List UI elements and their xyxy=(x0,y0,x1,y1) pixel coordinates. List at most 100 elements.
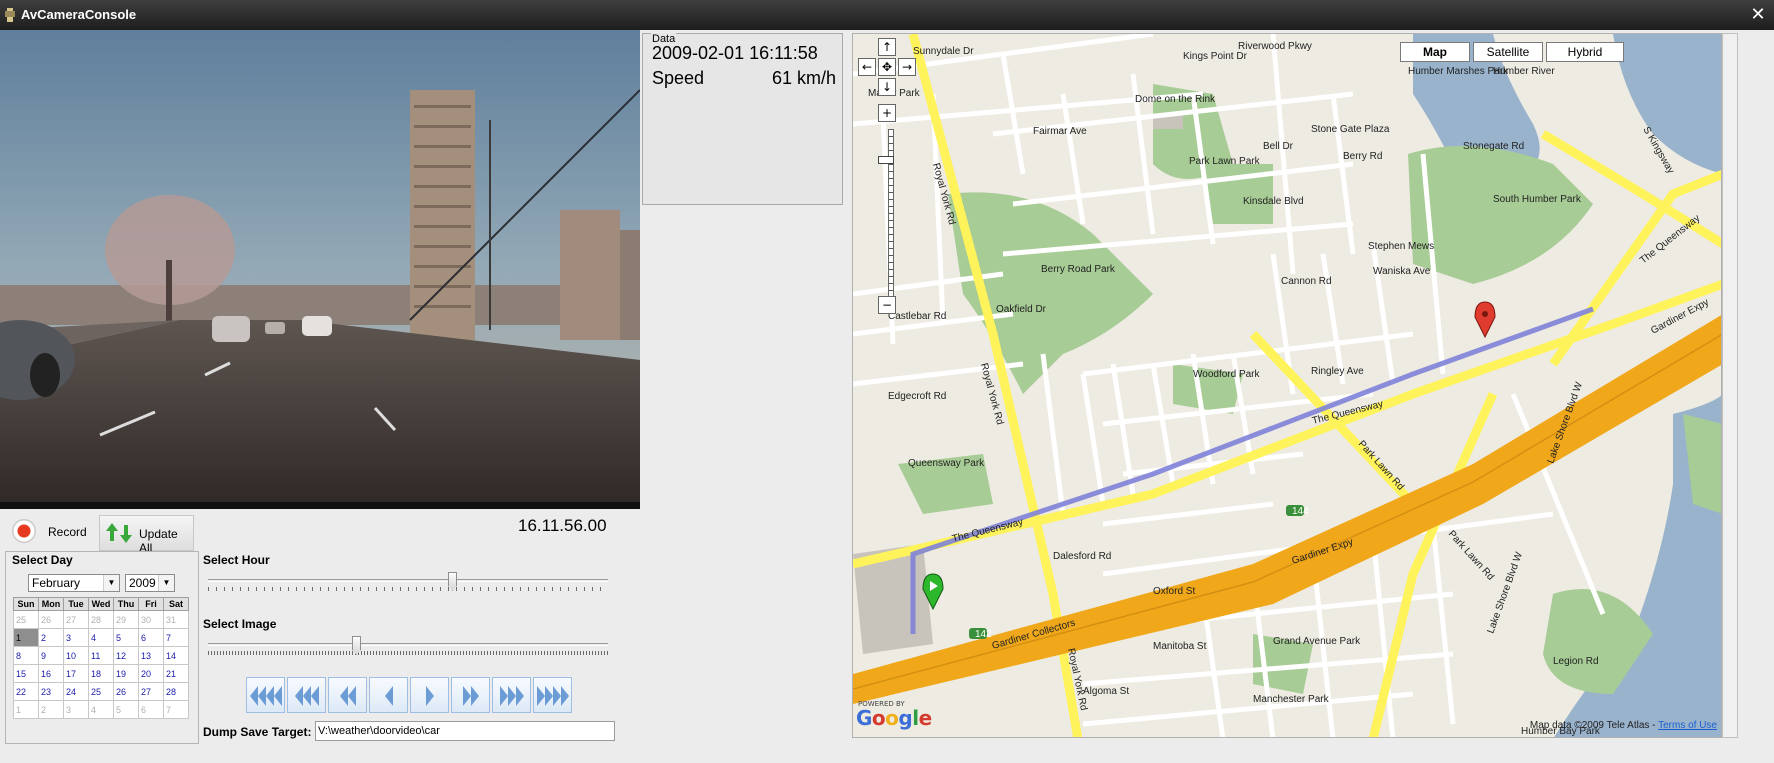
calendar-day[interactable]: 26 xyxy=(113,682,139,701)
pan-center-icon[interactable]: ✥ xyxy=(878,58,896,76)
close-icon[interactable]: ✕ xyxy=(1748,5,1768,25)
fast-forward-3-button[interactable] xyxy=(492,677,531,713)
calendar-day[interactable]: 23 xyxy=(38,682,64,701)
calendar-day[interactable]: 18 xyxy=(88,664,114,683)
image-slider[interactable] xyxy=(208,634,608,656)
map-type-hybrid-button[interactable]: Hybrid xyxy=(1546,42,1624,62)
calendar-day[interactable]: 3 xyxy=(63,700,89,719)
calendar-day[interactable]: 6 xyxy=(138,700,164,719)
weekday-tue: Tue xyxy=(63,597,89,611)
record-button[interactable]: Record xyxy=(10,517,88,547)
zoom-in-icon[interactable]: + xyxy=(878,104,896,122)
step-forward-icon xyxy=(426,686,434,706)
calendar-day[interactable]: 16 xyxy=(38,664,64,683)
zoom-slider-track[interactable] xyxy=(888,129,894,301)
pan-down-icon[interactable]: ↓ xyxy=(878,78,896,96)
calendar-day[interactable]: 30 xyxy=(138,610,164,629)
calendar-day[interactable]: 20 xyxy=(138,664,164,683)
calendar-day[interactable]: 13 xyxy=(138,646,164,665)
calendar-day[interactable]: 1 xyxy=(13,628,39,647)
chevron-down-icon[interactable]: ▼ xyxy=(158,575,174,591)
map-type-map-button[interactable]: Map xyxy=(1400,42,1470,62)
map-view[interactable]: 142 144 Humber Marshes Park Humber River… xyxy=(852,33,1722,738)
zoom-out-icon[interactable]: − xyxy=(878,296,896,314)
calendar-day[interactable]: 10 xyxy=(63,646,89,665)
hour-slider[interactable] xyxy=(208,570,608,592)
calendar-day[interactable]: 31 xyxy=(163,610,189,629)
chevron-down-icon[interactable]: ▼ xyxy=(103,575,119,591)
time-readout: 16.11.56.00 xyxy=(518,516,607,535)
select-image-label: Select Image xyxy=(203,617,277,631)
calendar-day[interactable]: 7 xyxy=(163,628,189,647)
calendar-day[interactable]: 3 xyxy=(63,628,89,647)
waniska-ave-label: Waniska Ave xyxy=(1373,266,1431,277)
calendar-day[interactable]: 2 xyxy=(38,700,64,719)
cannon-rd-label: Cannon Rd xyxy=(1281,276,1332,287)
calendar-day[interactable]: 12 xyxy=(113,646,139,665)
calendar-day[interactable]: 22 xyxy=(13,682,39,701)
bell-dr-label: Bell Dr xyxy=(1263,141,1294,152)
fast-rewind-2-button[interactable] xyxy=(328,677,367,713)
calendar-day[interactable]: 27 xyxy=(63,610,89,629)
route-142-label: 142 xyxy=(975,629,992,640)
calendar-day[interactable]: 1 xyxy=(13,700,39,719)
calendar-day[interactable]: 27 xyxy=(138,682,164,701)
select-day-label: Select Day xyxy=(12,553,73,567)
calendar-week-row: 1234567 xyxy=(13,700,189,719)
map-scrollbar[interactable] xyxy=(1722,33,1738,738)
map-attribution: Map data ©2009 Tele Atlas - Terms of Use xyxy=(1530,720,1717,731)
queensway-park-label: Queensway Park xyxy=(908,458,985,469)
calendar-day[interactable]: 28 xyxy=(163,682,189,701)
calendar-day[interactable]: 4 xyxy=(88,700,114,719)
step-back-button[interactable] xyxy=(369,677,408,713)
update-all-button[interactable]: Update All xyxy=(99,515,194,555)
oxford-st-label: Oxford St xyxy=(1153,586,1195,597)
calendar-day[interactable]: 19 xyxy=(113,664,139,683)
calendar-day[interactable]: 21 xyxy=(163,664,189,683)
fast-forward-4-button[interactable] xyxy=(533,677,572,713)
calendar-day[interactable]: 6 xyxy=(138,628,164,647)
stonegate-rd-label: Stonegate Rd xyxy=(1463,141,1524,152)
calendar-week-row: 25 26 27 28 29 30 31 xyxy=(13,610,189,629)
year-select[interactable]: 2009 ▼ xyxy=(125,574,175,592)
calendar-day[interactable]: 4 xyxy=(88,628,114,647)
image-slider-track xyxy=(208,643,608,646)
calendar-day[interactable]: 7 xyxy=(163,700,189,719)
calendar-day[interactable]: 5 xyxy=(113,628,139,647)
dump-save-target-input[interactable]: V:\weather\doorvideo\car xyxy=(315,721,615,741)
calendar-day[interactable]: 29 xyxy=(113,610,139,629)
calendar-day[interactable]: 26 xyxy=(38,610,64,629)
rewind-icon xyxy=(340,686,356,706)
speed-label: Speed xyxy=(652,68,705,88)
month-select[interactable]: February ▼ xyxy=(28,574,120,592)
calendar-day[interactable]: 14 xyxy=(163,646,189,665)
calendar-week-row: 8 9 10 11 12 13 14 xyxy=(13,646,189,665)
fast-rewind-3-button[interactable] xyxy=(287,677,326,713)
calendar-day[interactable]: 28 xyxy=(88,610,114,629)
calendar-day[interactable]: 2 xyxy=(38,628,64,647)
pan-left-icon[interactable]: ← xyxy=(858,58,876,76)
map-canvas[interactable]: 142 144 Humber Marshes Park Humber River… xyxy=(853,34,1722,738)
south-humber-park-label: South Humber Park xyxy=(1493,194,1582,205)
calendar-day[interactable]: 25 xyxy=(13,610,39,629)
zoom-slider-thumb[interactable] xyxy=(878,156,894,164)
map-type-satellite-button[interactable]: Satellite xyxy=(1473,42,1543,62)
castlebar-rd-label: Castlebar Rd xyxy=(888,311,946,322)
pan-right-icon[interactable]: → xyxy=(898,58,916,76)
calendar-day[interactable]: 8 xyxy=(13,646,39,665)
step-forward-button[interactable] xyxy=(410,677,449,713)
calendar-day[interactable]: 11 xyxy=(88,646,114,665)
calendar-day[interactable]: 9 xyxy=(38,646,64,665)
calendar-day[interactable]: 17 xyxy=(63,664,89,683)
terms-of-use-link[interactable]: Terms of Use xyxy=(1658,720,1717,731)
app-icon xyxy=(5,8,15,22)
pan-up-icon[interactable]: ↑ xyxy=(878,38,896,56)
calendar-day[interactable]: 5 xyxy=(113,700,139,719)
calendar-day[interactable]: 15 xyxy=(13,664,39,683)
fast-rewind-4-button[interactable] xyxy=(246,677,285,713)
refresh-arrows-icon xyxy=(106,523,132,543)
calendar-day[interactable]: 25 xyxy=(88,682,114,701)
fast-forward-2-button[interactable] xyxy=(451,677,490,713)
riverwood-pkwy-label: Riverwood Pkwy xyxy=(1238,41,1312,52)
calendar-day[interactable]: 24 xyxy=(63,682,89,701)
